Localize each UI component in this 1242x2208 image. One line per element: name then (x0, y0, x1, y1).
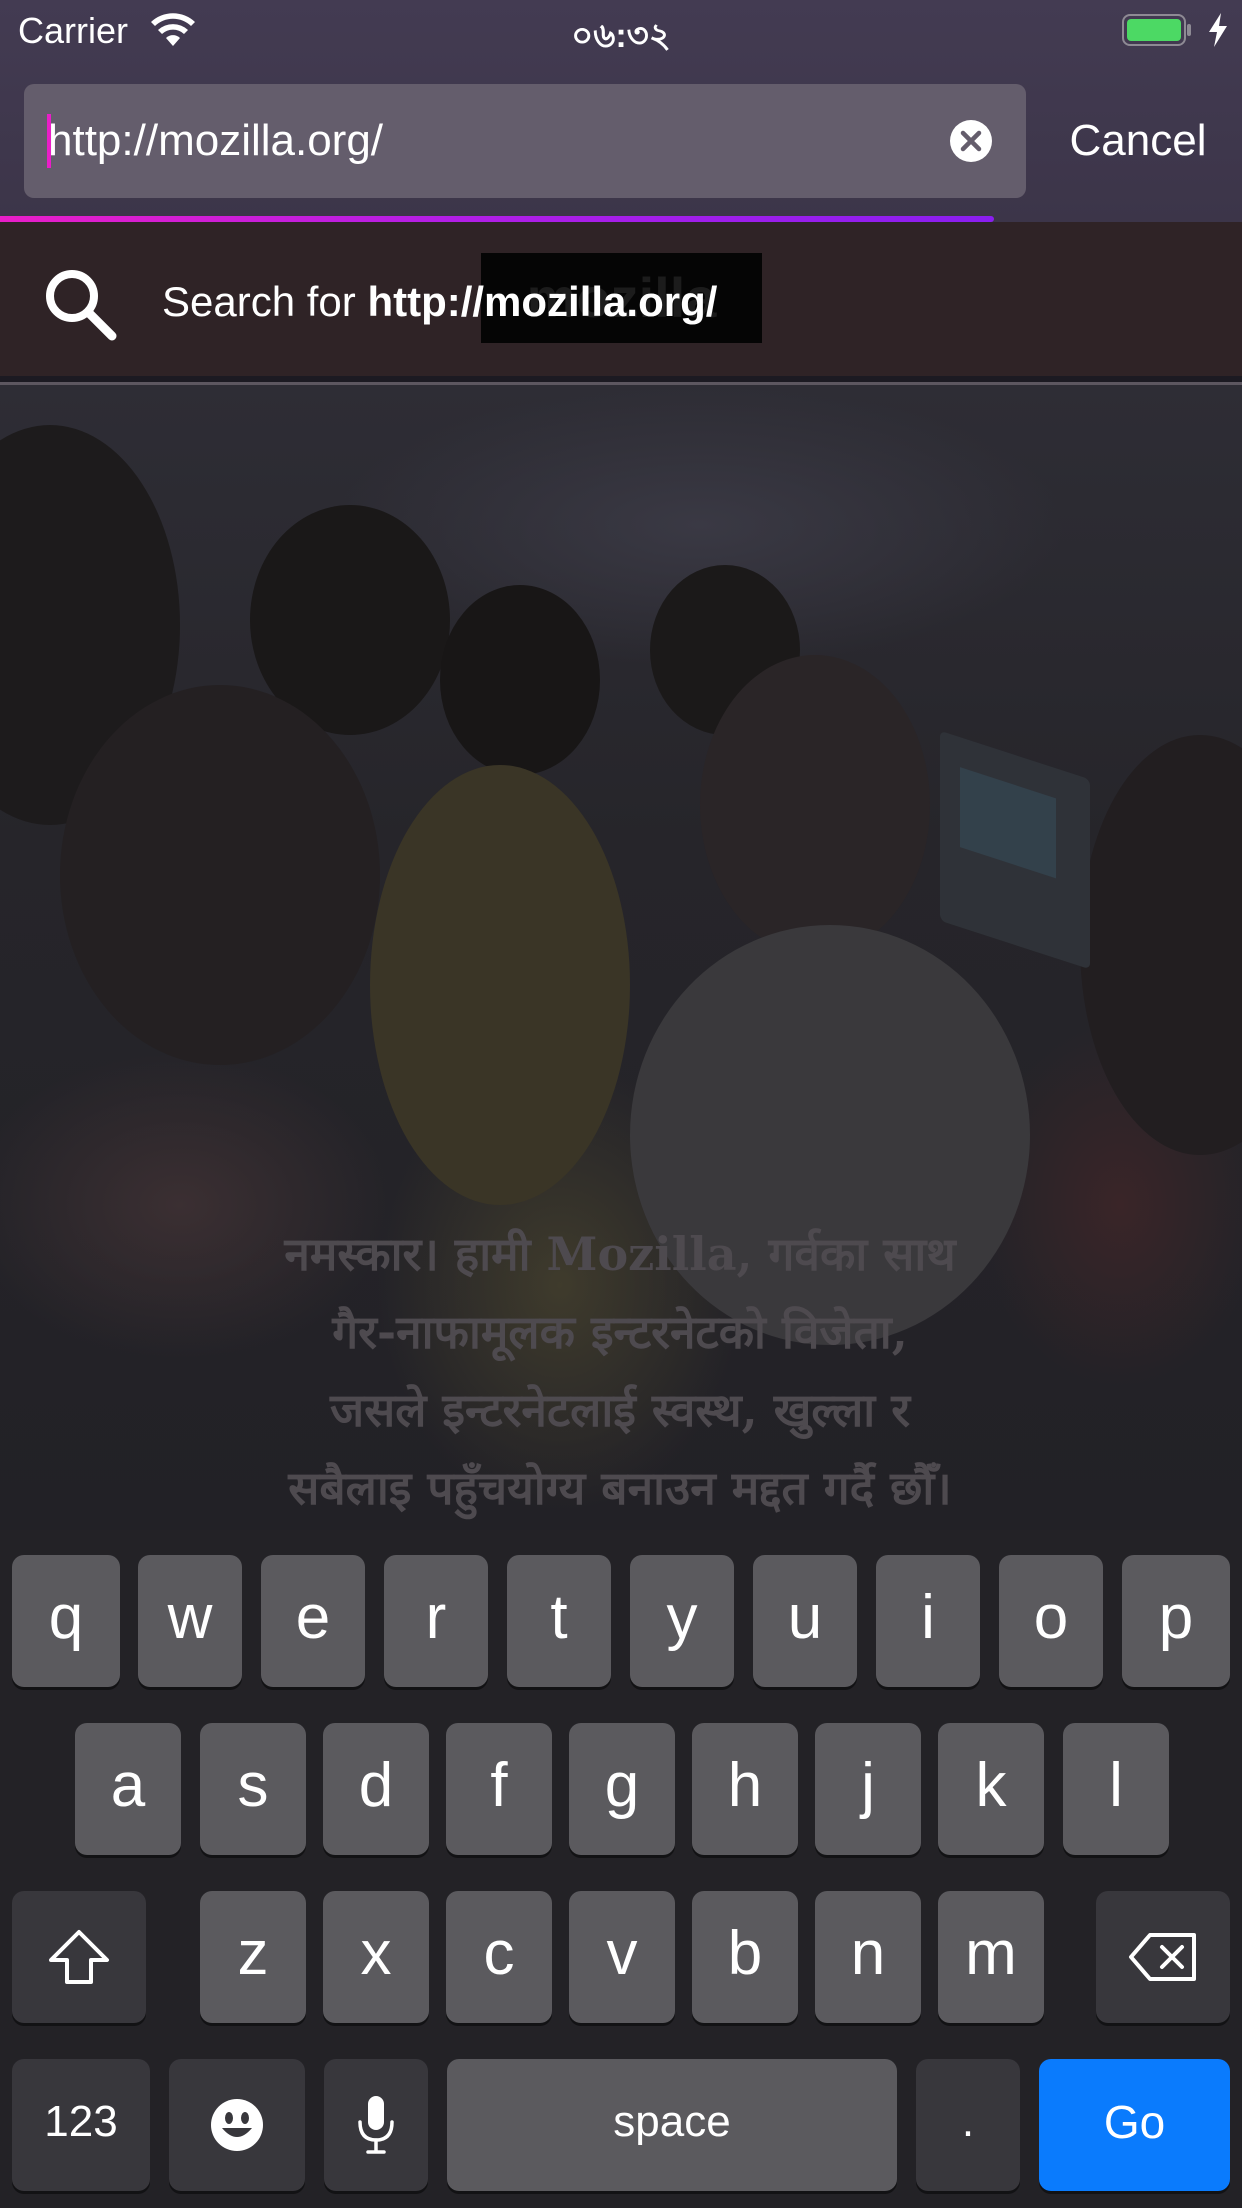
search-suggestion-row[interactable]: mozilla Search for http://mozilla.org/ (0, 222, 1242, 376)
laptop-screen (960, 767, 1056, 879)
shift-key[interactable] (12, 1891, 146, 2023)
search-suggestion-query: http://mozilla.org/ (367, 278, 718, 325)
key-z[interactable]: z (200, 1891, 306, 2023)
key-f[interactable]: f (446, 1723, 552, 1855)
go-button[interactable]: Go (1039, 2059, 1230, 2191)
clear-text-icon[interactable] (949, 119, 993, 163)
laptop-shape (940, 730, 1090, 970)
key-s[interactable]: s (200, 1723, 306, 1855)
key-c[interactable]: c (446, 1891, 552, 2023)
tagline-line: सबैलाइ पहुँचयोग्य बनाउन मद्दत गर्दै छौँ। (288, 1461, 952, 1515)
key-d[interactable]: d (323, 1723, 429, 1855)
key-g[interactable]: g (569, 1723, 675, 1855)
numbers-key[interactable]: 123 (12, 2059, 150, 2191)
key-e[interactable]: e (261, 1555, 365, 1687)
shift-icon (49, 1930, 109, 1984)
key-q[interactable]: q (12, 1555, 120, 1687)
key-r[interactable]: r (384, 1555, 488, 1687)
onscreen-keyboard: q w e r t y u i o p a s d f g h j k l z … (0, 1530, 1242, 2208)
key-k[interactable]: k (938, 1723, 1044, 1855)
emoji-icon (211, 2099, 263, 2151)
hero-photo-shape (1080, 735, 1242, 1155)
emoji-key[interactable] (169, 2059, 305, 2191)
url-input-value: http://mozilla.org/ (48, 116, 384, 165)
tagline-line: नमस्कार। हामी Mozilla, गर्वका साथ (284, 1227, 956, 1281)
key-h[interactable]: h (692, 1723, 798, 1855)
key-n[interactable]: n (815, 1891, 921, 2023)
key-y[interactable]: y (630, 1555, 734, 1687)
key-l[interactable]: l (1063, 1723, 1169, 1855)
status-time: ০৬:৩২ (571, 17, 671, 55)
dictation-key[interactable] (324, 2059, 428, 2191)
key-b[interactable]: b (692, 1891, 798, 2023)
hero-photo-shape (700, 655, 930, 955)
key-m[interactable]: m (938, 1891, 1044, 2023)
key-v[interactable]: v (569, 1891, 675, 2023)
delete-key[interactable] (1096, 1891, 1230, 2023)
hero-photo-shape (60, 685, 380, 1065)
key-o[interactable]: o (999, 1555, 1103, 1687)
url-input[interactable]: http://mozilla.org/ (24, 84, 1026, 198)
battery-icon (1122, 14, 1191, 46)
charging-icon (1209, 13, 1227, 47)
space-key[interactable]: space (447, 2059, 897, 2191)
hero-photo-shape (370, 765, 630, 1205)
hero-photo-shape (440, 585, 600, 775)
tagline-line: जसले इन्टरनेटलाई स्वस्थ, खुल्ला र (329, 1383, 911, 1437)
key-a[interactable]: a (75, 1723, 181, 1855)
status-bar: Carrier ০৬:৩২ (0, 0, 1242, 62)
key-i[interactable]: i (876, 1555, 980, 1687)
key-j[interactable]: j (815, 1723, 921, 1855)
period-key[interactable]: . (916, 2059, 1020, 2191)
browser-toolbar: Carrier ০৬:৩২ http://mozilla.org/ Cancel (0, 0, 1242, 222)
search-icon (46, 270, 117, 341)
key-u[interactable]: u (753, 1555, 857, 1687)
key-w[interactable]: w (138, 1555, 242, 1687)
web-page-content: नमस्कार। हामी Mozilla, गर्वका साथ गैर-ना… (0, 385, 1242, 1530)
key-x[interactable]: x (323, 1891, 429, 2023)
microphone-icon (358, 2096, 394, 2154)
tagline-line: गैर-नाफामूलक इन्टरनेटको विजेता, (332, 1305, 908, 1359)
cancel-button[interactable]: Cancel (1048, 84, 1228, 198)
key-p[interactable]: p (1122, 1555, 1230, 1687)
search-suggestion-label: Search for http://mozilla.org/ (162, 222, 717, 382)
backspace-icon (1129, 1933, 1196, 1981)
page-tagline: नमस्कार। हामी Mozilla, गर्वका साथ गैर-ना… (120, 1215, 1120, 1527)
search-suggestion-prefix: Search for (162, 278, 368, 325)
key-t[interactable]: t (507, 1555, 611, 1687)
